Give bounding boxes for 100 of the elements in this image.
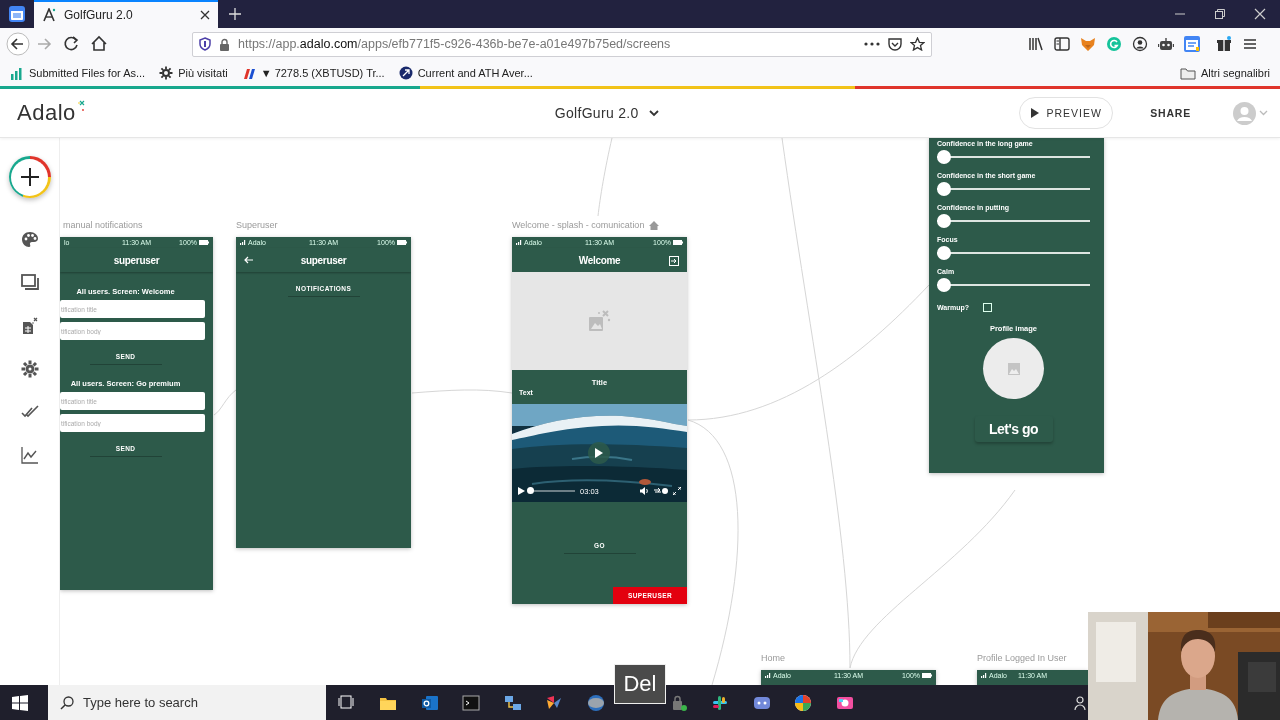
exit-icon[interactable] [669,256,679,266]
battery-icon [397,240,407,245]
play-icon[interactable] [518,487,525,495]
play-icon [1030,108,1039,118]
terminal-icon[interactable] [462,693,481,712]
star-icon[interactable] [910,37,925,51]
fox-icon[interactable] [1080,36,1096,52]
slider-thumb[interactable] [937,278,951,292]
app-icon[interactable] [586,693,605,712]
arrow-circle-icon [398,66,413,80]
more-icon[interactable] [864,42,880,46]
chevron-down-icon [1259,110,1268,116]
checkbox[interactable] [983,303,993,312]
url-text: https://app.adalo.com/apps/efb771f5-c926-436b-be7e-a01e497b75ed/screens [238,37,672,51]
back-arrow-icon[interactable] [244,256,253,264]
windows-icon [12,694,28,711]
palette-icon[interactable] [20,231,39,249]
gift-icon[interactable] [1216,36,1232,52]
add-button[interactable] [8,156,51,198]
bookmark-link[interactable]: ▼ 7278.5 (XBTUSD) Tr... [241,66,385,80]
screen-label: manual notifications [63,220,143,230]
slider-thumb[interactable] [937,246,951,260]
signal-icon [240,240,246,245]
screen-title: superuser [113,254,160,266]
shield-icon[interactable] [199,37,211,51]
share-button[interactable]: SHARE [1150,107,1191,119]
hash-icon[interactable] [711,693,730,712]
network-icon[interactable] [503,693,522,712]
screens-icon[interactable] [20,274,39,292]
pocket-icon[interactable] [888,37,902,51]
loop-icon[interactable] [654,487,668,495]
slider-thumb[interactable] [937,150,951,164]
screen-label: Superuser [236,220,278,230]
stripes-icon [241,66,256,80]
account-icon[interactable] [1132,36,1148,52]
bar-chart-icon [10,66,24,80]
gear-icon [159,66,174,80]
signal-icon [765,673,771,678]
task-view-icon[interactable] [337,693,356,712]
screen-label: Profile Logged In User [977,653,1067,663]
plus-icon [229,8,241,20]
taskbar-search-field[interactable]: Type here to search [48,685,326,720]
restore-icon [1214,8,1226,20]
robot-icon[interactable] [1158,36,1174,52]
bookmark-link[interactable]: Submitted Files for As... [10,66,146,80]
settings-icon[interactable] [20,360,39,378]
slider-thumb[interactable] [937,182,951,196]
folder-icon [1179,66,1196,80]
screen-title: Welcome [578,254,621,266]
menu-icon[interactable] [1242,36,1258,52]
image-icon [588,309,611,333]
progress-thumb[interactable] [527,487,534,494]
screen-label: Welcome - splash - comunication [512,220,645,230]
sparkle-icon [76,100,85,112]
bookmark-link[interactable]: Più visitati [159,66,228,80]
browser-tab[interactable]: GolfGuru 2.0 [34,0,218,28]
lock-icon [219,37,230,51]
database-icon[interactable] [20,317,39,335]
search-icon [60,695,74,710]
lets-go-button[interactable]: Let's go [974,416,1053,442]
signal-icon [516,240,522,245]
tab-favicon-icon [42,8,56,22]
image-icon [1007,362,1020,375]
slider-track[interactable] [937,245,1090,261]
slider-track[interactable] [937,277,1090,293]
person-icon[interactable] [1074,695,1086,710]
avatar-icon [1233,101,1256,125]
close-icon [200,10,210,20]
calendar-icon[interactable] [1184,36,1200,52]
back-button[interactable] [4,30,31,58]
battery-icon [199,240,209,245]
screen-label: Home [761,653,785,663]
signal-icon [981,673,987,678]
battery-icon [922,673,932,678]
slider-thumb[interactable] [937,214,951,228]
slider-track[interactable] [937,213,1090,229]
color-wheel-icon[interactable] [794,693,813,712]
volume-icon[interactable] [640,487,649,495]
library-icon[interactable] [1028,36,1044,52]
analytics-icon[interactable] [20,446,39,464]
close-window-icon [1254,8,1266,20]
fullscreen-icon[interactable] [673,487,681,495]
connector-line [213,389,237,416]
mail-icon[interactable] [420,693,439,712]
address-field[interactable]: https://app.adalo.com/apps/efb771f5-c926-436b-be7e-a01e497b75ed/screens [192,31,932,57]
play-icon [595,448,603,458]
project-menu[interactable]: GolfGuru 2.0 [554,105,659,121]
bookmark-folder[interactable]: Altri segnalibri [1179,66,1270,80]
close-tab-button[interactable] [200,10,210,20]
screen-title: superuser [300,254,347,266]
plus-icon [20,168,39,186]
slider-track[interactable] [937,149,1090,165]
chevron-down-icon [648,109,659,117]
battery-icon [673,240,683,245]
key-press-overlay: Del [614,664,666,704]
slider-track[interactable] [937,181,1090,197]
app-logo: Adalo [17,100,76,126]
calendar-icon[interactable] [9,6,25,22]
sidebar-icon[interactable] [1054,36,1070,52]
bookmark-link[interactable]: Current and ATH Aver... [398,66,533,80]
